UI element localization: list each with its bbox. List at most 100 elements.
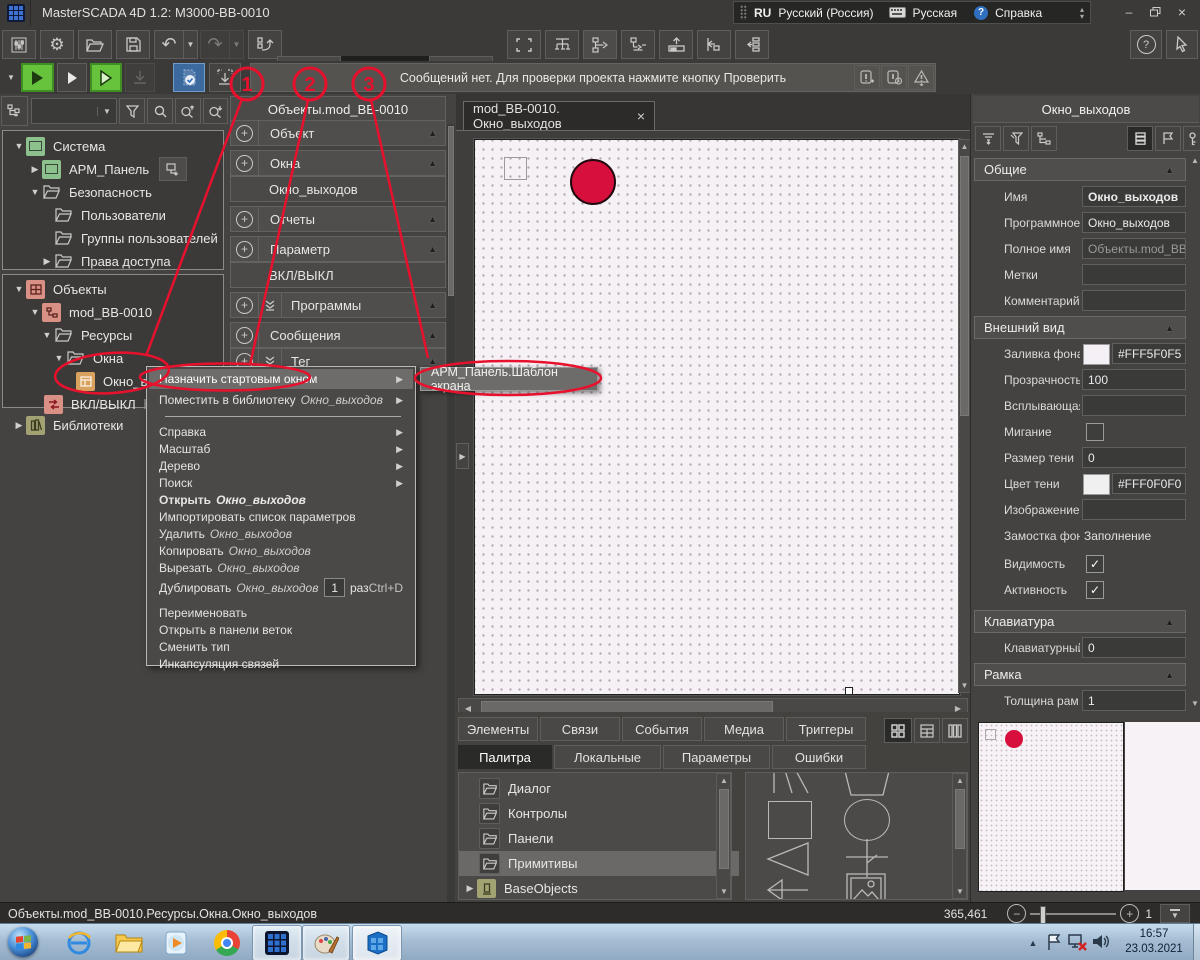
add-icon[interactable]: + <box>231 151 259 175</box>
fill-color-swatch[interactable] <box>1083 344 1110 365</box>
prop-field-frame-width[interactable]: 1 <box>1082 690 1186 711</box>
zoom-presets-button[interactable]: ▼ <box>1160 904 1190 923</box>
tray-expand-icon[interactable]: ▲ <box>1026 938 1040 948</box>
show-desktop-button[interactable] <box>1193 924 1200 960</box>
download-to-controller-button[interactable] <box>125 63 155 92</box>
collapse-icon[interactable]: ▲ <box>1165 670 1174 680</box>
zoom-out-button[interactable]: − <box>1007 904 1026 923</box>
fit-window-button[interactable] <box>507 30 541 59</box>
taskbar-explorer-icon[interactable] <box>110 928 148 958</box>
object-row-messages[interactable]: + Сообщения ▲ <box>230 322 446 348</box>
tree-search-combo[interactable]: ▼ <box>31 98 117 124</box>
save-button[interactable] <box>116 30 150 59</box>
prop-field-fullname[interactable]: Объекты.mod_BB <box>1082 238 1186 259</box>
collapse-icon[interactable]: ▲ <box>1165 617 1174 627</box>
tree-item-access-rights[interactable]: ▶ Права доступа <box>4 250 224 272</box>
chevron-right-icon[interactable]: ▶ <box>28 164 42 175</box>
object-row-object[interactable]: + Объект ▲ <box>230 120 446 146</box>
add-message-button[interactable] <box>854 65 880 90</box>
tab-palette[interactable]: Палитра <box>458 745 552 769</box>
run-node-button[interactable] <box>57 63 87 92</box>
chevron-down-icon[interactable]: ▼ <box>12 284 26 294</box>
shape-rectangle[interactable] <box>768 801 812 839</box>
chevron-down-icon[interactable]: ▼ <box>12 141 26 151</box>
scroll-up-icon[interactable]: ▲ <box>959 142 970 151</box>
canvas-square-shape[interactable] <box>504 157 527 180</box>
prop-field-shadow-hex[interactable]: #FFF0F0F0 <box>1112 473 1186 494</box>
object-row-parameter[interactable]: + Параметр ▲ <box>230 236 446 262</box>
prop-field-fill-hex[interactable]: #FFF5F0F5 <box>1112 343 1186 364</box>
prop-value-tiling[interactable]: Заполнение <box>1084 525 1151 547</box>
shape-triangle[interactable] <box>766 841 810 877</box>
activity-checkbox[interactable]: ✓ <box>1086 581 1104 599</box>
menu-item-duplicate[interactable]: Дублировать Окно_выходов 1 раз Ctrl+D <box>149 575 413 600</box>
open-project-button[interactable] <box>78 30 112 59</box>
add-icon[interactable]: + <box>231 293 259 317</box>
prop-field-image[interactable] <box>1082 499 1186 520</box>
add-icon[interactable]: + <box>231 207 259 231</box>
tree-item-system[interactable]: ▼ Система <box>4 135 224 157</box>
tray-flag-icon[interactable] <box>1046 933 1061 951</box>
object-row-vkl-vykl[interactable]: ВКЛ/ВЫКЛ <box>230 262 446 288</box>
palette-group-primitives[interactable]: Примитивы <box>459 851 739 876</box>
minimize-button[interactable]: – <box>1118 3 1140 20</box>
canvas-circle-shape[interactable] <box>570 159 616 205</box>
collapse-icon[interactable]: ▲ <box>428 300 437 310</box>
tree-filter-button[interactable] <box>119 98 145 124</box>
add-icon[interactable]: + <box>231 237 259 261</box>
prop-field-shadow-size[interactable]: 0 <box>1082 447 1186 468</box>
design-canvas[interactable] <box>474 139 960 695</box>
tab-close-icon[interactable]: × <box>637 108 645 124</box>
chevron-right-icon[interactable]: ▶ <box>463 883 477 894</box>
tree-item-mod-bb-0010[interactable]: ▼ mod_BB-0010 <box>4 301 224 323</box>
chevron-down-icon[interactable]: ▼ <box>40 330 54 340</box>
prop-filter-button[interactable] <box>1003 126 1029 151</box>
settings-button[interactable] <box>2 30 36 59</box>
duplicate-count-input[interactable]: 1 <box>324 578 344 597</box>
section-frame[interactable]: Рамка ▲ <box>974 663 1186 686</box>
prop-expand-all-button[interactable] <box>975 126 1001 151</box>
object-row-programs[interactable]: + Программы ▲ <box>230 292 446 318</box>
run-debug-button[interactable] <box>90 63 122 92</box>
taskbar-runtime-button[interactable] <box>352 925 402 960</box>
tab-media[interactable]: Медиа <box>704 717 784 741</box>
chevron-down-icon[interactable]: ▼ <box>28 307 42 317</box>
section-appearance[interactable]: Внешний вид ▲ <box>974 316 1186 339</box>
palette-list-scrollbar[interactable]: ▲ ▼ <box>716 773 731 899</box>
undo-button[interactable]: ↶ <box>154 30 184 59</box>
collapse-icon[interactable]: ▲ <box>428 158 437 168</box>
tree-layout-compact-button[interactable] <box>621 30 655 59</box>
apply-changes-button[interactable] <box>209 63 241 92</box>
palette-group-dialog[interactable]: Диалог <box>459 776 739 801</box>
tray-volume-icon[interactable] <box>1092 933 1110 950</box>
collapse-icon[interactable]: ▲ <box>428 330 437 340</box>
close-button[interactable]: × <box>1170 3 1194 20</box>
layout-reset-button[interactable] <box>248 30 282 59</box>
add-icon[interactable]: + <box>231 121 259 145</box>
keyboard-icon[interactable] <box>889 7 906 18</box>
shape-image[interactable] <box>846 873 886 900</box>
blink-checkbox[interactable] <box>1086 423 1104 441</box>
canvas-resize-handle[interactable] <box>845 687 853 695</box>
tray-clock[interactable]: 16:57 23.03.2021 <box>1118 927 1190 957</box>
taskbar-chrome-icon[interactable] <box>208 928 246 958</box>
scroll-down-icon[interactable]: ▼ <box>1190 699 1200 708</box>
tree-item-objects[interactable]: ▼ Объекты <box>4 278 224 300</box>
prop-flag-button[interactable] <box>1155 126 1181 151</box>
zoom-in-button[interactable]: + <box>1120 904 1139 923</box>
prop-field-tags[interactable] <box>1082 264 1186 285</box>
run-project-button[interactable] <box>21 63 54 92</box>
tab-events[interactable]: События <box>622 717 702 741</box>
tab-errors[interactable]: Ошибки <box>772 745 866 769</box>
window-preview-minimap[interactable] <box>978 722 1124 892</box>
align-list-button[interactable] <box>735 30 769 59</box>
help-button[interactable]: ? <box>1130 30 1162 59</box>
tree-search-button[interactable] <box>147 98 173 124</box>
tree-layout-right-button[interactable] <box>583 30 617 59</box>
chevron-right-icon[interactable]: ▶ <box>12 420 26 431</box>
collapse-icon[interactable]: ▲ <box>1165 165 1174 175</box>
tree-mode-button[interactable] <box>1 96 28 126</box>
object-row-reports[interactable]: + Отчеты ▲ <box>230 206 446 232</box>
scroll-down-icon[interactable]: ▼ <box>718 887 730 896</box>
prop-tree-button[interactable] <box>1031 126 1057 151</box>
